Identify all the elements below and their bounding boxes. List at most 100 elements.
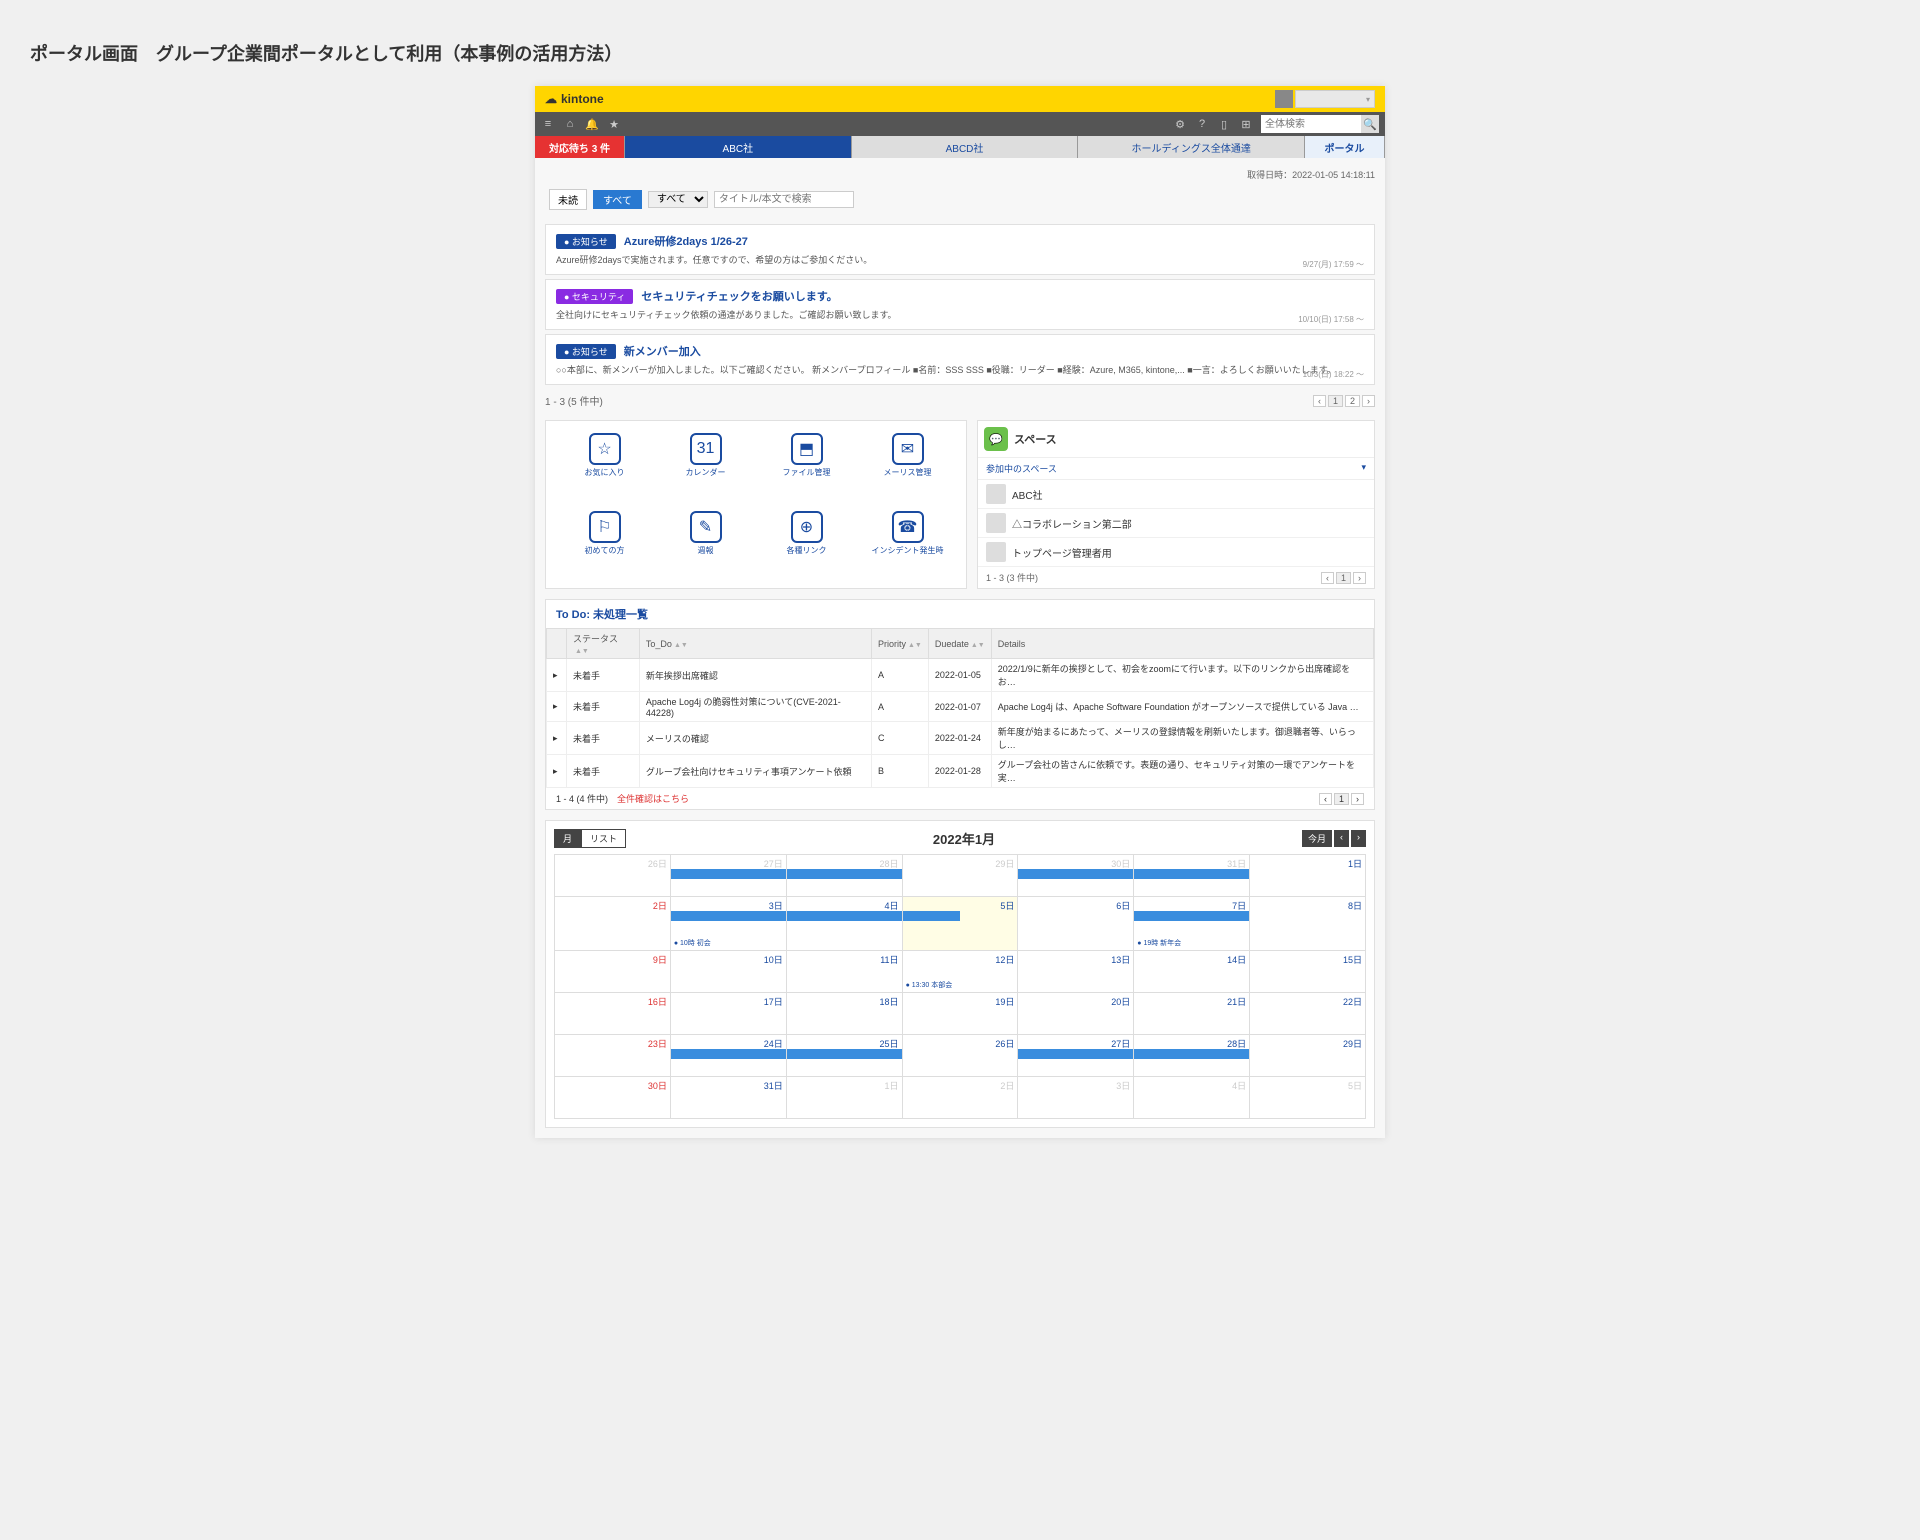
- title-search-input[interactable]: [714, 191, 854, 208]
- star-icon[interactable]: ★: [607, 117, 621, 131]
- announce-badge: ● セキュリティ: [556, 289, 633, 304]
- thumb-icon: [986, 542, 1006, 562]
- cal-event-bar[interactable]: [1134, 911, 1249, 921]
- icon-incident[interactable]: ☎インシデント発生時: [861, 511, 954, 577]
- filter-unread[interactable]: 未読: [549, 189, 587, 210]
- space-item[interactable]: ABC社: [978, 480, 1374, 509]
- tab-pending[interactable]: 対応待ち 3 件: [535, 136, 625, 158]
- user-dropdown[interactable]: ▾: [1295, 90, 1375, 108]
- space-pager-page[interactable]: 1: [1336, 572, 1351, 584]
- icon-grid: ☆お気に入り 31カレンダー ⬒ファイル管理 ✉メーリス管理 ⚐初めての方 ✎週…: [545, 420, 967, 589]
- announce-title[interactable]: セキュリティチェックをお願いします。: [641, 288, 837, 304]
- space-panel: 💬 スペース 参加中のスペース ▾ ABC社 △コラボレーション第二部 トップペ…: [977, 420, 1375, 589]
- announce-title[interactable]: 新メンバー加入: [624, 343, 701, 359]
- cal-today-button[interactable]: 今月: [1302, 830, 1332, 847]
- user-avatar[interactable]: [1275, 90, 1293, 108]
- table-row[interactable]: ▸未着手Apache Log4j の脆弱性対策について(CVE-2021-442…: [547, 692, 1374, 722]
- tab-holdings[interactable]: ホールディングス全体通達: [1078, 136, 1305, 158]
- cal-view-list[interactable]: リスト: [581, 829, 626, 848]
- tab-abcd[interactable]: ABCD社: [852, 136, 1079, 158]
- pencil-icon: ✎: [690, 511, 722, 543]
- toolbar: ≡ ⌂ 🔔 ★ ⚙ ? ▯ ⊞ 🔍: [535, 112, 1385, 136]
- col-status[interactable]: ステータス▲▼: [567, 629, 640, 659]
- announce-body: Azure研修2daysで実施されます。任意ですので、希望の方はご参加ください。: [556, 253, 1364, 266]
- col-todo[interactable]: To_Do▲▼: [639, 629, 871, 659]
- cal-event-bar[interactable]: [787, 1049, 902, 1059]
- todo-section: To Do: 未処理一覧 ステータス▲▼ To_Do▲▼ Priority▲▼ …: [545, 599, 1375, 810]
- mobile-icon[interactable]: ▯: [1217, 117, 1231, 131]
- tab-abc[interactable]: ABC社: [625, 136, 852, 158]
- pager-page-2[interactable]: 2: [1345, 395, 1360, 407]
- cal-event-bar[interactable]: [1018, 869, 1133, 879]
- pager-page-1[interactable]: 1: [1328, 395, 1343, 407]
- icon-mailing[interactable]: ✉メーリス管理: [861, 433, 954, 499]
- col-priority[interactable]: Priority▲▼: [871, 629, 928, 659]
- icon-links[interactable]: ⊕各種リンク: [760, 511, 853, 577]
- space-pager-prev[interactable]: ‹: [1321, 572, 1334, 584]
- home-icon[interactable]: ⌂: [563, 117, 577, 131]
- cal-event[interactable]: ● 19時 新年会: [1137, 938, 1246, 948]
- todo-range: 1 - 4 (4 件中): [556, 794, 608, 804]
- pager-prev[interactable]: ‹: [1313, 395, 1326, 407]
- cal-view-month[interactable]: 月: [554, 829, 581, 848]
- todo-pager-next[interactable]: ›: [1351, 793, 1364, 805]
- portal-tabs: 対応待ち 3 件 ABC社 ABCD社 ホールディングス全体通達 ポータル: [535, 136, 1385, 158]
- space-title: スペース: [1014, 431, 1057, 447]
- apps-icon[interactable]: ⊞: [1239, 117, 1253, 131]
- brand-logo[interactable]: ☁ kintone: [545, 92, 604, 106]
- space-pager-next[interactable]: ›: [1353, 572, 1366, 584]
- announce-title[interactable]: Azure研修2days 1/26-27: [624, 233, 748, 249]
- cal-event-bar[interactable]: [903, 911, 960, 921]
- menu-icon[interactable]: ≡: [541, 117, 555, 131]
- cal-event-bar[interactable]: [1134, 1049, 1249, 1059]
- table-row[interactable]: ▸未着手メーリスの確認C2022-01-24新年度が始まるにあたって、メーリスの…: [547, 722, 1374, 755]
- cal-prev-button[interactable]: ‹: [1334, 830, 1349, 847]
- todo-viewall-link[interactable]: 全件確認はこちら: [617, 794, 689, 804]
- announce-badge: ● お知らせ: [556, 234, 616, 249]
- cal-event-bar[interactable]: [1018, 1049, 1133, 1059]
- flag-icon: ⚐: [589, 511, 621, 543]
- space-expand[interactable]: 参加中のスペース ▾: [978, 458, 1374, 480]
- cal-event-bar[interactable]: [787, 869, 902, 879]
- col-duedate[interactable]: Duedate▲▼: [928, 629, 991, 659]
- cal-event-bar[interactable]: [787, 911, 902, 921]
- todo-pager-prev[interactable]: ‹: [1319, 793, 1332, 805]
- icon-weekly[interactable]: ✎週報: [659, 511, 752, 577]
- space-item[interactable]: トップページ管理者用: [978, 538, 1374, 567]
- announce-date: 9/27(月) 17:59 ～: [1303, 259, 1364, 270]
- filter-select[interactable]: すべて: [648, 191, 708, 208]
- announce-badge: ● お知らせ: [556, 344, 616, 359]
- filter-all[interactable]: すべて: [593, 190, 642, 209]
- calendar-grid: 26日 27日 28日 29日 30日 31日 1日 2日 3日● 10時 初会…: [554, 854, 1366, 1119]
- cal-event-bar[interactable]: [671, 869, 786, 879]
- icon-calendar[interactable]: 31カレンダー: [659, 433, 752, 499]
- calendar-section: 月 リスト 2022年1月 今月 ‹ › 26日 27日 28日 29日: [545, 820, 1375, 1128]
- mail-icon: ✉: [892, 433, 924, 465]
- cal-event[interactable]: ● 10時 初会: [674, 938, 783, 948]
- search-icon: 🔍: [1363, 118, 1377, 131]
- pager-next[interactable]: ›: [1362, 395, 1375, 407]
- global-search-input[interactable]: [1261, 115, 1361, 133]
- cal-event[interactable]: ● 13:30 本部会: [906, 980, 1015, 990]
- tab-portal[interactable]: ポータル: [1305, 136, 1385, 158]
- icon-favorites[interactable]: ☆お気に入り: [558, 433, 651, 499]
- table-row[interactable]: ▸未着手グループ会社向けセキュリティ事項アンケート依頼B2022-01-28グル…: [547, 755, 1374, 788]
- cal-event-bar[interactable]: [1134, 869, 1249, 879]
- pager-range: 1 - 3 (5 件中): [545, 393, 603, 408]
- announce-body: ○○本部に、新メンバーが加入しました。以下ご確認ください。 新メンバープロフィー…: [556, 363, 1364, 376]
- table-row[interactable]: ▸未着手新年挨拶出席確認A2022-01-052022/1/9に新年の挨拶として…: [547, 659, 1374, 692]
- todo-pager-page[interactable]: 1: [1334, 793, 1349, 805]
- announcement-item: ● お知らせ Azure研修2days 1/26-27 Azure研修2days…: [545, 224, 1375, 275]
- gear-icon[interactable]: ⚙: [1173, 117, 1187, 131]
- bell-icon[interactable]: 🔔: [585, 117, 599, 131]
- icon-firsttime[interactable]: ⚐初めての方: [558, 511, 651, 577]
- cal-event-bar[interactable]: [671, 911, 786, 921]
- cal-next-button[interactable]: ›: [1351, 830, 1366, 847]
- help-icon[interactable]: ?: [1195, 117, 1209, 131]
- content-area: 取得日時：2022-01-05 14:18:11 未読 すべて すべて ● お知…: [535, 158, 1385, 1138]
- col-details[interactable]: Details: [991, 629, 1373, 659]
- space-item[interactable]: △コラボレーション第二部: [978, 509, 1374, 538]
- icon-files[interactable]: ⬒ファイル管理: [760, 433, 853, 499]
- cal-event-bar[interactable]: [671, 1049, 786, 1059]
- search-button[interactable]: 🔍: [1361, 115, 1379, 133]
